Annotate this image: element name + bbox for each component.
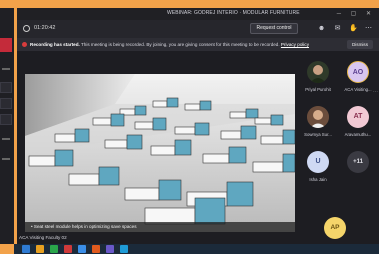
participant-tile[interactable]: AT Aravamuthu... bbox=[338, 103, 378, 146]
participant-name: Isha Jain bbox=[309, 177, 327, 182]
meeting-window: WEBINAR: GODREJ INTERIO · MODULAR FURNIT… bbox=[17, 8, 379, 244]
recording-banner: Recording has started. This meeting is b… bbox=[17, 38, 379, 51]
left-app-strip bbox=[0, 8, 14, 244]
classroom-desks-image bbox=[25, 74, 295, 232]
left-app-line bbox=[2, 158, 10, 160]
recording-message: Recording has started. This meeting is b… bbox=[30, 42, 309, 47]
taskbar-app-icon[interactable] bbox=[64, 245, 72, 253]
dismiss-button[interactable]: Dismiss bbox=[347, 40, 373, 49]
self-avatar[interactable]: AP bbox=[324, 217, 346, 239]
meeting-toolbar: 01:20:42 Request control ☻ ✉ ✋ ⋯ bbox=[17, 20, 379, 38]
left-app-button[interactable] bbox=[0, 82, 12, 93]
participant-name: ACA Visiting... bbox=[344, 87, 372, 92]
more-icon[interactable]: ⋯ bbox=[373, 89, 378, 95]
chat-icon[interactable]: ✉ bbox=[333, 24, 342, 33]
taskbar-app-icon[interactable] bbox=[50, 245, 58, 253]
participant-name: Sowmya Sur... bbox=[304, 132, 332, 137]
taskbar-app-icon[interactable] bbox=[78, 245, 86, 253]
meeting-timer: 01:20:42 bbox=[34, 25, 56, 31]
taskbar-app-icon[interactable] bbox=[22, 245, 30, 253]
request-control-button[interactable]: Request control bbox=[250, 23, 298, 34]
screen-background: WEBINAR: GODREJ INTERIO · MODULAR FURNIT… bbox=[0, 0, 379, 254]
participant-avatar: AO bbox=[347, 61, 369, 83]
clock-icon bbox=[23, 25, 30, 32]
participant-tile[interactable]: U Isha Jain bbox=[298, 148, 338, 191]
more-participants-count: +11 bbox=[347, 151, 369, 173]
participant-name: Aravamuthu... bbox=[344, 132, 372, 137]
left-app-button[interactable] bbox=[0, 114, 12, 125]
window-title: WEBINAR: GODREJ INTERIO · MODULAR FURNIT… bbox=[167, 10, 300, 16]
participant-photo bbox=[307, 61, 329, 83]
participants-panel: Priyal Purohit AO ACA Visiting... ⋯ Sowm… bbox=[298, 58, 379, 244]
taskbar bbox=[14, 244, 379, 254]
left-app-button[interactable] bbox=[0, 98, 12, 109]
raise-hand-icon[interactable]: ✋ bbox=[349, 24, 358, 33]
window-controls[interactable]: ─ ▢ ✕ bbox=[337, 10, 375, 17]
participant-photo bbox=[307, 106, 329, 128]
recording-text: This meeting is being recorded. By joini… bbox=[79, 42, 280, 47]
participant-avatar: U bbox=[307, 151, 329, 173]
title-bar: WEBINAR: GODREJ INTERIO · MODULAR FURNIT… bbox=[17, 8, 379, 20]
privacy-policy-link[interactable]: Privacy policy bbox=[281, 42, 309, 47]
people-icon[interactable]: ☻ bbox=[317, 24, 326, 33]
participant-avatar: AT bbox=[347, 106, 369, 128]
recording-lead: Recording has started. bbox=[30, 42, 80, 47]
taskbar-app-icon[interactable] bbox=[92, 245, 100, 253]
shared-screen: • Seat steel module helps in optimizing … bbox=[25, 74, 295, 232]
participant-tile[interactable]: Sowmya Sur... bbox=[298, 103, 338, 146]
recording-icon bbox=[22, 42, 27, 47]
participant-tile[interactable]: AO ACA Visiting... ⋯ bbox=[338, 58, 378, 101]
left-app-line bbox=[2, 138, 10, 140]
left-app-active-item[interactable] bbox=[0, 38, 12, 52]
taskbar-app-icon[interactable] bbox=[36, 245, 44, 253]
more-participants-tile[interactable]: +11 bbox=[338, 148, 378, 191]
left-app-line bbox=[2, 68, 10, 70]
participant-tile[interactable]: Priyal Purohit bbox=[298, 58, 338, 101]
slide-caption-bar: • Seat steel module helps in optimizing … bbox=[25, 222, 295, 232]
slide-caption: • Seat steel module helps in optimizing … bbox=[31, 224, 137, 229]
taskbar-app-icon[interactable] bbox=[120, 245, 128, 253]
presenter-label: ACA Visiting Faculty 02 bbox=[19, 235, 67, 240]
more-icon[interactable]: ⋯ bbox=[364, 24, 373, 33]
participant-name: Priyal Purohit bbox=[305, 87, 331, 92]
taskbar-app-icon[interactable] bbox=[106, 245, 114, 253]
